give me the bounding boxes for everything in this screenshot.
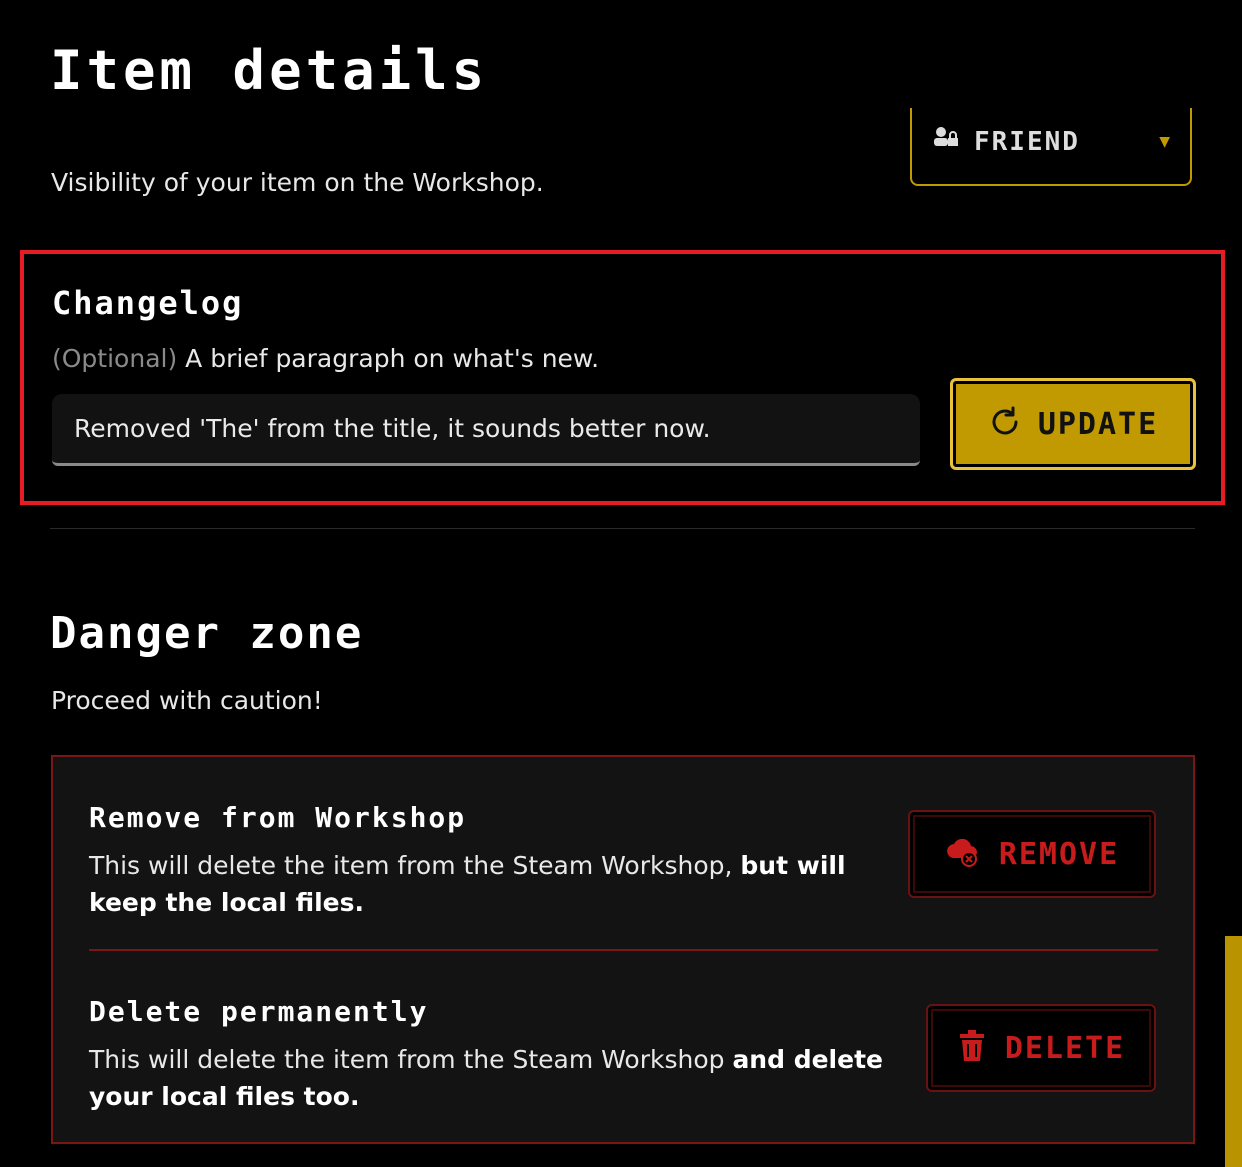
update-button[interactable]: UPDATE bbox=[950, 378, 1196, 470]
changelog-description: (Optional) A brief paragraph on what's n… bbox=[52, 344, 599, 373]
danger-zone-description: Proceed with caution! bbox=[51, 686, 323, 715]
changelog-description-text: A brief paragraph on what's new. bbox=[185, 344, 600, 373]
delete-desc-plain: This will delete the item from the Steam… bbox=[89, 1045, 733, 1074]
delete-button[interactable]: DELETE bbox=[926, 1004, 1156, 1092]
visibility-description: Visibility of your item on the Workshop. bbox=[51, 168, 544, 197]
cloud-remove-icon bbox=[945, 836, 981, 872]
item-details-page: Item details FRIEND ▼ Visibility of your… bbox=[0, 0, 1242, 1167]
remove-from-workshop-title: Remove from Workshop bbox=[89, 801, 467, 834]
changelog-title: Changelog bbox=[52, 284, 244, 322]
changelog-input[interactable] bbox=[52, 394, 920, 466]
remove-button-label: REMOVE bbox=[998, 836, 1120, 872]
visibility-selected-value: FRIEND bbox=[974, 126, 1080, 157]
danger-item-divider bbox=[89, 949, 1158, 951]
remove-from-workshop-description: This will delete the item from the Steam… bbox=[89, 847, 909, 921]
trash-icon bbox=[957, 1029, 987, 1067]
changelog-section: Changelog (Optional) A brief paragraph o… bbox=[20, 250, 1225, 505]
update-button-label: UPDATE bbox=[1037, 406, 1159, 442]
chevron-down-icon: ▼ bbox=[1159, 133, 1170, 150]
page-title: Item details bbox=[50, 39, 489, 102]
remove-desc-plain: This will delete the item from the Steam… bbox=[89, 851, 741, 880]
delete-permanently-description: This will delete the item from the Steam… bbox=[89, 1041, 889, 1115]
users-lock-icon bbox=[932, 126, 962, 157]
delete-permanently-title: Delete permanently bbox=[89, 995, 429, 1028]
danger-zone-title: Danger zone bbox=[50, 608, 364, 659]
refresh-icon bbox=[988, 405, 1022, 443]
optional-tag: (Optional) bbox=[52, 344, 178, 373]
scrollbar-thumb[interactable] bbox=[1225, 936, 1242, 1167]
visibility-dropdown-content: FRIEND ▼ bbox=[932, 126, 1170, 157]
danger-zone-box: Remove from Workshop This will delete th… bbox=[51, 755, 1195, 1144]
remove-button[interactable]: REMOVE bbox=[908, 810, 1156, 898]
delete-button-label: DELETE bbox=[1004, 1030, 1126, 1066]
visibility-dropdown[interactable]: FRIEND ▼ bbox=[910, 108, 1192, 186]
section-divider bbox=[50, 528, 1195, 529]
